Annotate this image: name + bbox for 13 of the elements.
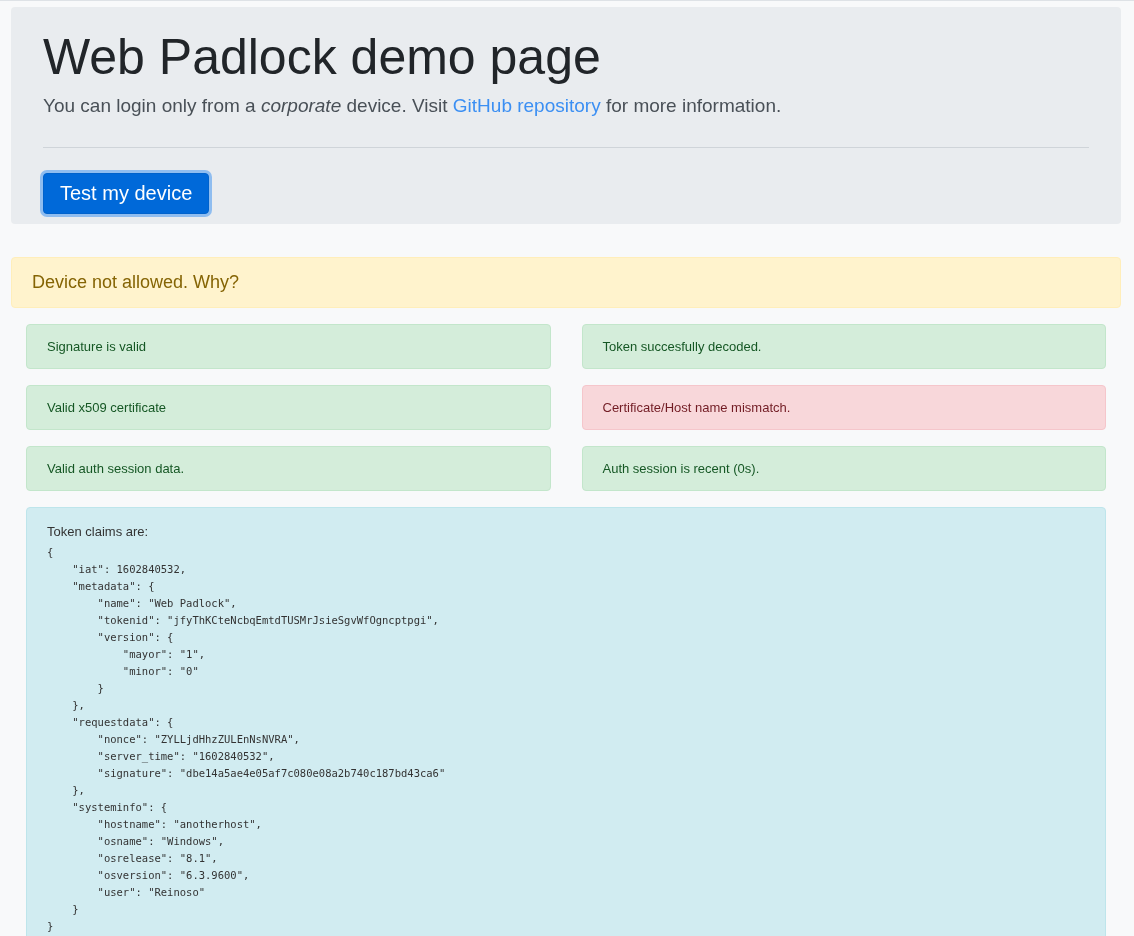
claims-heading: Token claims are: xyxy=(47,523,150,540)
check-result: Valid auth session data. xyxy=(26,446,551,491)
check-result: Signature is valid xyxy=(26,324,551,369)
page-title: Web Padlock demo page xyxy=(43,28,602,87)
check-result: Certificate/Host name mismatch. xyxy=(581,385,1106,430)
warning-alert: Device not allowed. Why? xyxy=(11,257,1121,308)
check-result: Auth session is recent (0s). xyxy=(581,446,1106,491)
check-result: Token succesfully decoded. xyxy=(581,324,1106,369)
intro-text: You can login only from a corporate device. Visit GitHub repository for more information. xyxy=(43,95,783,117)
check-result: Valid x509 certificate xyxy=(26,385,551,430)
code-text: { "iat": 1602840532, "metadata": { "name": "Web Padlock", "tokenid": "jfyThKCteNcbqEmtdTUSMrJsieSgvWfOgncptpgi", "version": { "mayor": "1", "minor": "0" } }, "requestdata": { "nonce": "ZYLLjdHhzZULEnNsNVRA", "server_time": "1602840532", "signature": "dbe14a5ae4e05af7c080e08a2b740c187bd43ca6" }, "systeminfo": { "hostname": "anotherhost", "osname": "Windows", "osrelease": "8.1", "osversion": "6.3.9600", "user": "Reinoso" } } xyxy=(47,545,447,934)
github-link[interactable]: GitHub repository xyxy=(452,95,601,116)
test-device-button[interactable]: Test my device xyxy=(43,173,210,214)
